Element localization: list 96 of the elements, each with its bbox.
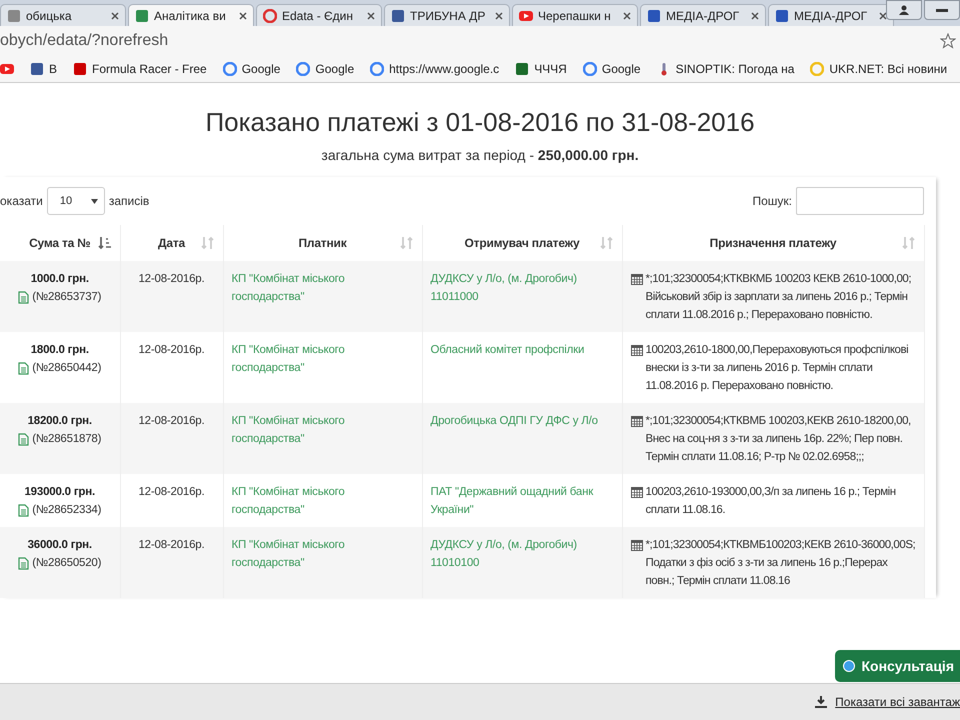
close-icon[interactable] — [751, 12, 759, 20]
calendar-icon — [630, 539, 642, 551]
download-icon — [815, 696, 828, 708]
show-downloads-link[interactable]: Показати всі завантаж — [815, 695, 960, 709]
caret-icon — [90, 198, 98, 204]
google-icon — [370, 62, 384, 76]
page-heading: Показано платежі з 01-08-2016 по 31-08-2016 — [204, 107, 756, 138]
document-icon[interactable] — [18, 432, 30, 446]
calendar-icon — [630, 486, 642, 498]
racing-logo-icon — [73, 62, 88, 76]
close-icon[interactable] — [623, 12, 631, 20]
document-icon[interactable] — [18, 290, 30, 304]
address-bar[interactable]: obych/edata/?norefresh — [0, 32, 168, 50]
calendar-icon — [630, 415, 642, 427]
recipient-link[interactable]: ПАТ "Державний ощадний банк України" — [430, 483, 614, 519]
bookmark-link[interactable]: ЧЧЧЯ — [534, 62, 567, 76]
square-logo-icon — [647, 8, 661, 22]
column-header[interactable]: Сума та № — [29, 236, 90, 250]
document-icon[interactable] — [18, 504, 30, 516]
circle-logo-icon — [810, 62, 824, 76]
bookmark-link[interactable]: https://www.google.c — [389, 62, 500, 76]
close-icon[interactable] — [879, 12, 887, 20]
user-button[interactable] — [886, 0, 922, 20]
close-icon[interactable] — [367, 12, 375, 20]
document-icon[interactable] — [18, 362, 30, 374]
circle-logo-icon — [263, 8, 277, 22]
search-label: Пошук: — [752, 194, 792, 208]
bookmark-link[interactable]: Google — [315, 62, 354, 76]
browser-tab[interactable]: Edata - Єдин — [256, 4, 382, 26]
document-icon[interactable] — [18, 556, 30, 570]
minimize-icon — [936, 8, 948, 12]
column-header[interactable]: Отримувач платежу — [464, 236, 580, 250]
entries-select[interactable]: 10 — [46, 187, 105, 215]
column-header[interactable]: Платник — [298, 236, 347, 250]
close-icon[interactable] — [239, 12, 247, 20]
bookmark-link[interactable]: Google — [242, 62, 280, 76]
recipient-link[interactable]: Обласний комітет профспілки — [430, 341, 614, 359]
total-summary: загальна сума витрат за період - 250,000.00 грн. — [320, 147, 640, 163]
browser-tab[interactable]: обицька — [0, 4, 126, 26]
purpose-text: 100203,2610-193000,00,З/п за липень 16 р.; Термін сплати 11.08.16. — [646, 485, 897, 518]
show-label: оказати — [0, 194, 43, 208]
bookmark-link[interactable]: UKR.NET: Всі новини — [829, 62, 948, 76]
browser-tab[interactable]: ТРИБУНА ДР — [384, 4, 510, 26]
google-icon — [296, 62, 310, 76]
payment-number: (№28653737) — [32, 290, 102, 305]
date-text: 12-08-2016р. — [138, 273, 205, 285]
play-icon — [519, 8, 533, 22]
facebook-icon — [30, 62, 44, 76]
browser-tab[interactable]: МЕДІА-ДРОГ — [768, 4, 894, 26]
facebook-icon — [391, 8, 405, 22]
calendar-icon — [630, 344, 642, 356]
google-icon — [222, 62, 237, 76]
payer-link[interactable]: КП "Комбінат міського господарства" — [232, 341, 414, 377]
close-icon[interactable] — [111, 12, 119, 20]
consultation-button[interactable]: Консультація — [835, 650, 960, 682]
bookmark-link[interactable]: B — [49, 62, 58, 76]
search-field[interactable] — [796, 187, 924, 215]
calendar-icon — [630, 273, 642, 285]
purpose-text: *;101;32300054;КТКВМБ 100203,КЕКВ 2610-18200,00, Внес на соц-ня з з-ти за липень 16р. 22%; Пер повн. Термін сплати 11.08.16; Р-тр № 02.02.6958;;; — [646, 414, 912, 465]
purpose-text: 100203,2610-1800,00,Перераховуються профспілкові внески із з-ти за липень 2016 р. Термін сплати 11.08.2016 р. Перераховано повністю. — [646, 343, 910, 394]
google-icon — [582, 62, 597, 76]
entries-label: записів — [108, 194, 150, 208]
leaf-logo-icon — [515, 62, 530, 76]
amount-text: 1000.0 грн. — [30, 272, 90, 287]
square-logo-icon — [775, 8, 789, 22]
payment-number: (№28651878) — [32, 432, 102, 447]
browser-tab[interactable]: Черепашки н — [512, 4, 638, 26]
chart-icon — [135, 8, 149, 22]
purpose-text: *;101;32300054;КТКВМБ100203;КЕКВ 2610-36000,00S; Податки з фіз осіб з з-ти за липень 16 р.;Перерах повн.; Термін сплати 11.08.16 — [646, 538, 916, 589]
amount-text: 18200.0 грн. — [26, 414, 93, 429]
date-text: 12-08-2016р. — [138, 344, 205, 356]
browser-tab[interactable]: МЕДІА-ДРОГ — [640, 4, 766, 26]
amount-text: 193000.0 грн. — [23, 485, 96, 500]
minimize-button[interactable] — [924, 0, 960, 20]
column-header[interactable]: Дата — [158, 236, 185, 250]
date-text: 12-08-2016р. — [138, 539, 205, 551]
page-icon — [7, 8, 21, 22]
payment-number: (№28650442) — [32, 361, 102, 376]
bookmark-link[interactable]: SINOPTIK: Погода на — [676, 62, 794, 76]
browser-tab[interactable]: Аналітика ви — [128, 4, 254, 26]
column-header[interactable]: Призначення платежу — [710, 236, 836, 250]
bookmark-link[interactable]: Google — [602, 62, 641, 76]
user-icon — [899, 5, 909, 15]
date-text: 12-08-2016р. — [138, 415, 205, 427]
bookmark-link[interactable]: Formula Racer - Free — [92, 62, 207, 76]
star-icon[interactable] — [940, 33, 956, 49]
close-icon[interactable] — [495, 12, 503, 20]
status-dot — [843, 660, 856, 672]
date-text: 12-08-2016р. — [138, 486, 205, 498]
payer-link[interactable]: КП "Комбінат міського господарства" — [232, 483, 414, 519]
sort-icon[interactable] — [98, 236, 112, 250]
purpose-text: *;101;32300054;КТКВКМБ 100203 КЕКВ 2610-1000,00; Військовий збір із зарплати за липень 2016 р.; Термін сплати 11.08.2016 р.; Перераховано повністю. — [646, 272, 912, 323]
amount-text: 36000.0 грн. — [26, 538, 93, 553]
payment-number: (№28650520) — [32, 556, 102, 571]
payment-number: (№28652334) — [32, 503, 102, 518]
amount-text: 1800.0 грн. — [30, 343, 90, 358]
